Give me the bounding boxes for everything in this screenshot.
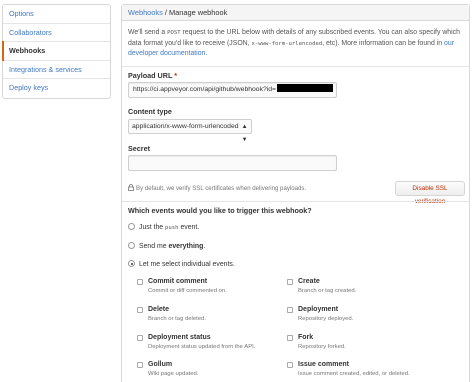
radio-button[interactable]	[128, 223, 135, 230]
ssl-note-text: By default, we verify SSL certificates w…	[136, 185, 307, 192]
radio-button-selected[interactable]	[128, 260, 135, 267]
radio-select-individual[interactable]: Let me select individual events.	[128, 260, 235, 270]
radio-all-pre: Send me	[139, 243, 169, 250]
content-type-value: application/x-www-form-urlencoded	[132, 123, 239, 130]
payload-url-label: Payload URL *	[128, 71, 177, 80]
radio-push-post: event.	[178, 224, 200, 231]
sidebar-item-options[interactable]: Options	[3, 5, 110, 24]
secret-input[interactable]	[128, 155, 337, 171]
radio-select-label: Let me select individual events.	[139, 261, 235, 268]
sidebar-item-deploy-keys[interactable]: Deploy keys	[3, 79, 110, 98]
checkbox[interactable]	[137, 307, 143, 313]
sidebar-item-integrations[interactable]: Integrations & services	[3, 61, 110, 79]
radio-push-code: push	[165, 225, 179, 231]
event-desc: Branch or tag created.	[298, 287, 357, 294]
radio-everything[interactable]: Send me everything.	[128, 242, 205, 252]
page-title: Manage webhook	[168, 8, 228, 17]
checkbox[interactable]	[287, 362, 293, 368]
content-type-select[interactable]: application/x-www-form-urlencoded ▲ ▼	[128, 119, 252, 143]
redacted-id	[277, 84, 334, 92]
event-desc: Branch or tag deleted.	[148, 315, 206, 322]
settings-sidebar: Options Collaborators Webhooks Integrati…	[2, 4, 111, 99]
sidebar-item-collaborators[interactable]: Collaborators	[3, 24, 110, 42]
checkbox[interactable]	[137, 362, 143, 368]
payload-url-value: https://ci.appveyor.com/api/github/webho…	[133, 86, 277, 93]
intro-code-post: POST	[167, 30, 181, 36]
event-desc: Commit or diff commented on.	[148, 287, 227, 294]
intro-code-urlencoded: x-www-form-urlencoded	[251, 40, 323, 47]
disable-ssl-button[interactable]: Disable SSL verification	[395, 181, 465, 205]
event-desc: Repository deployed.	[298, 315, 354, 322]
event-desc: Wiki page updated.	[148, 370, 199, 377]
lock-icon	[128, 184, 134, 191]
radio-all-bold: everything	[168, 243, 204, 250]
event-desc: Deployment status updated from the API.	[148, 343, 256, 350]
payload-url-input[interactable]: https://ci.appveyor.com/api/github/webho…	[128, 82, 337, 98]
event-desc: Repository forked.	[298, 343, 346, 350]
manage-webhook-panel: Webhooks / Manage webhook We'll send a P…	[121, 4, 470, 382]
intro-part-3: , etc). More information can be found in	[322, 39, 445, 47]
secret-label: Secret	[128, 144, 150, 153]
content-type-label: Content type	[128, 107, 172, 116]
radio-button[interactable]	[128, 242, 135, 249]
event-desc: Issue comment created, edited, or delete…	[298, 370, 410, 377]
intro-part-4: .	[205, 50, 208, 57]
ssl-note: By default, we verify SSL certificates w…	[128, 184, 306, 192]
breadcrumb-webhooks-link[interactable]: Webhooks	[128, 8, 163, 17]
event-title: Issue comment	[298, 361, 349, 368]
sidebar-item-webhooks[interactable]: Webhooks	[2, 41, 110, 61]
divider	[122, 66, 469, 67]
radio-push-only[interactable]: Just the push event.	[128, 223, 199, 233]
radio-push-pre: Just the	[139, 224, 166, 231]
event-title: Deployment status	[148, 334, 211, 341]
divider	[122, 201, 469, 202]
radio-all-post: .	[203, 243, 206, 250]
checkbox[interactable]	[137, 279, 143, 285]
checkbox[interactable]	[287, 279, 293, 285]
required-mark: *	[174, 71, 178, 80]
event-title: Commit comment	[148, 278, 208, 285]
events-question: Which events would you like to trigger t…	[128, 206, 312, 215]
checkbox[interactable]	[287, 307, 293, 313]
event-title: Fork	[298, 334, 314, 341]
checkbox[interactable]	[137, 335, 143, 341]
checkbox[interactable]	[287, 335, 293, 341]
intro-text: We'll send a POST request to the URL bel…	[128, 28, 462, 59]
event-title: Create	[298, 278, 320, 285]
select-caret-icon: ▲ ▼	[241, 124, 248, 143]
breadcrumb: Webhooks / Manage webhook	[122, 5, 469, 21]
event-title: Delete	[148, 306, 170, 313]
event-title: Deployment	[298, 306, 339, 313]
payload-url-label-text: Payload URL	[128, 71, 173, 80]
intro-part-1: We'll send a	[128, 29, 168, 36]
event-title: Gollum	[148, 361, 173, 368]
